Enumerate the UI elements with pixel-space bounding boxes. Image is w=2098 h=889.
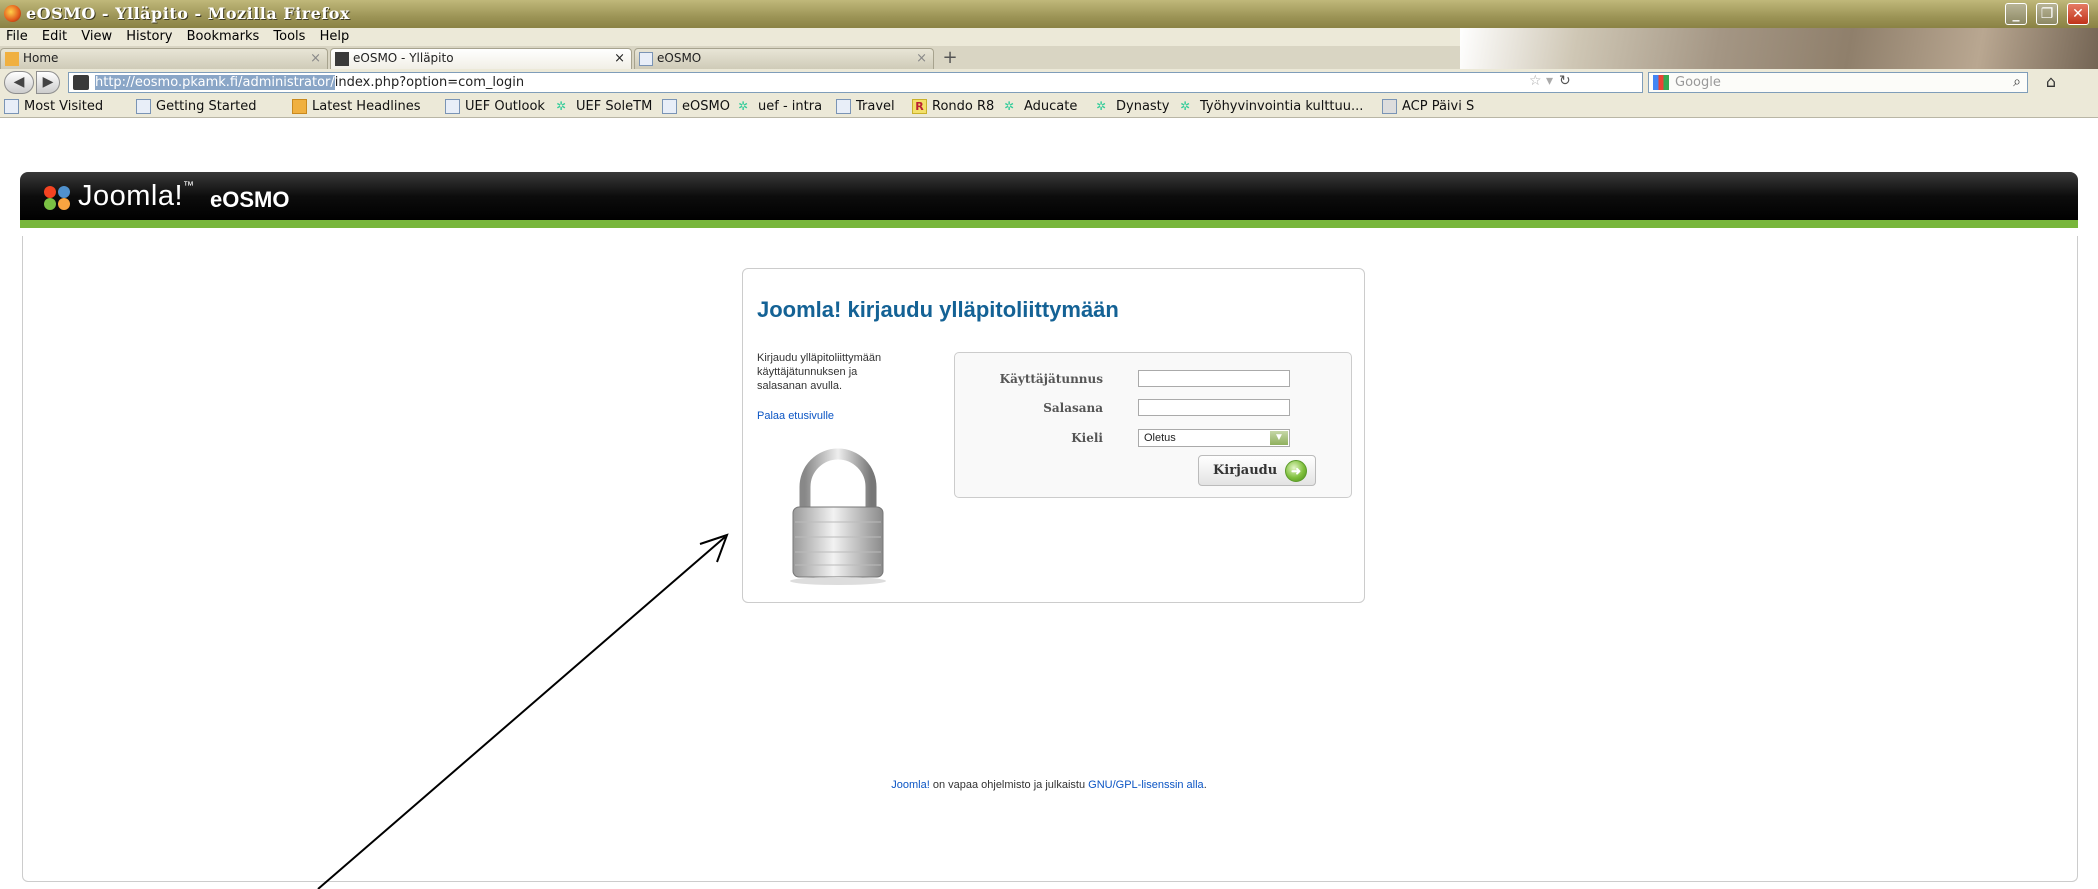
arrow-right-icon: ➜ <box>1285 460 1307 482</box>
bookmarks-bar: Most Visited Getting Started Latest Head… <box>0 96 2098 118</box>
new-tab-button[interactable]: + <box>936 48 964 69</box>
tab-home[interactable]: Home × <box>0 48 328 69</box>
joomla-link[interactable]: Joomla! <box>891 779 930 791</box>
login-title: Joomla! kirjaudu ylläpitoliittymään <box>757 297 1119 322</box>
bookmark-latest-headlines[interactable]: Latest Headlines <box>292 99 421 115</box>
maximize-button[interactable]: ❐ <box>2036 3 2058 25</box>
close-window-button[interactable]: ✕ <box>2067 3 2089 25</box>
tab-bar: Home × eOSMO - Ylläpito × eOSMO × + <box>0 46 1460 69</box>
chevron-down-icon: ▼ <box>1270 431 1288 445</box>
menu-help[interactable]: Help <box>320 28 350 46</box>
login-form: Käyttäjätunnus Salasana Kieli Oletus ▼ K… <box>954 352 1352 498</box>
username-input[interactable] <box>1138 370 1290 387</box>
joomla-favicon <box>73 75 89 90</box>
leaf-icon: ✲ <box>1180 99 1191 113</box>
firefox-icon <box>4 5 21 22</box>
tab-eosmo[interactable]: eOSMO × <box>634 48 934 69</box>
url-text[interactable]: http://eosmo.pkamk.fi/administrator/inde… <box>95 74 524 91</box>
menu-file[interactable]: File <box>6 28 28 46</box>
page-icon <box>836 99 851 114</box>
bookmark-travel[interactable]: Travel <box>836 99 895 115</box>
menu-bar: File Edit View History Bookmarks Tools H… <box>0 28 1460 46</box>
forward-button[interactable]: ▶ <box>36 71 60 94</box>
rondo-icon: R <box>912 99 927 114</box>
reload-icon[interactable]: ↻ <box>1559 73 1571 89</box>
page-icon <box>136 99 151 114</box>
tab-label: Home <box>23 51 59 65</box>
bookmark-most-visited[interactable]: Most Visited <box>4 99 103 115</box>
menu-view[interactable]: View <box>81 28 112 46</box>
joomla-logo-icon <box>44 186 70 210</box>
language-select[interactable]: Oletus ▼ <box>1138 429 1290 447</box>
close-tab-icon[interactable]: × <box>916 49 927 68</box>
menu-edit[interactable]: Edit <box>42 28 67 46</box>
bookmark-uef-soletm[interactable]: ✲ UEF SoleTM <box>556 99 652 115</box>
address-bar[interactable]: http://eosmo.pkamk.fi/administrator/inde… <box>68 72 1643 93</box>
window-title: eOSMO - Ylläpito - Mozilla Firefox <box>26 4 350 23</box>
page-icon <box>445 99 460 114</box>
language-label: Kieli <box>1071 431 1103 445</box>
footer: Joomla! on vapaa ohjelmisto ja julkaistu… <box>891 779 1207 791</box>
login-button[interactable]: Kirjaudu ➜ <box>1198 455 1316 486</box>
leaf-icon: ✲ <box>556 99 567 113</box>
globe-icon <box>4 99 19 114</box>
close-tab-icon[interactable]: × <box>310 49 321 68</box>
leaf-icon: ✲ <box>1004 99 1015 113</box>
menu-bookmarks[interactable]: Bookmarks <box>187 28 260 46</box>
rss-icon <box>292 99 307 114</box>
google-icon[interactable] <box>1653 75 1669 90</box>
gpl-license-link[interactable]: GNU/GPL-lisenssin alla <box>1088 779 1204 791</box>
joomla-favicon <box>335 52 349 66</box>
page-icon <box>639 52 653 66</box>
page-icon <box>662 99 677 114</box>
site-name: eOSMO <box>210 187 290 212</box>
joomla-wordmark: Joomla!™ <box>78 180 195 212</box>
bookmark-aducate[interactable]: ✲ Aducate <box>1004 99 1077 115</box>
leaf-icon: ✲ <box>738 99 749 113</box>
close-tab-icon[interactable]: × <box>614 49 625 68</box>
bookmark-acp-paivi[interactable]: ACP Päivi S <box>1382 99 1474 115</box>
bookmark-dynasty[interactable]: ✲ Dynasty <box>1096 99 1169 115</box>
joomla-header: Joomla!™ eOSMO <box>20 172 2078 228</box>
tab-label: eOSMO - Ylläpito <box>353 51 454 65</box>
login-description: Kirjaudu ylläpitoliittymään käyttäjätunn… <box>757 352 882 392</box>
acp-icon <box>1382 99 1397 114</box>
search-placeholder: Google <box>1675 75 1721 90</box>
bookmark-getting-started[interactable]: Getting Started <box>136 99 257 115</box>
menu-tools[interactable]: Tools <box>273 28 305 46</box>
back-button[interactable]: ◀ <box>4 71 34 94</box>
bookmark-tyohyvinvointia[interactable]: ✲ Työhyvinvointia kulttuu... <box>1180 99 1363 115</box>
minimize-button[interactable]: _ <box>2005 3 2027 25</box>
password-label: Salasana <box>1043 401 1103 415</box>
home-icon[interactable]: ⌂ <box>2040 72 2062 93</box>
bookmark-eosmo[interactable]: eOSMO <box>662 99 730 115</box>
menu-history[interactable]: History <box>126 28 172 46</box>
password-input[interactable] <box>1138 399 1290 416</box>
bookmark-star-icon[interactable]: ☆ ▾ <box>1529 73 1553 89</box>
padlock-icon <box>790 448 886 585</box>
back-to-frontpage-link[interactable]: Palaa etusivulle <box>757 410 834 422</box>
bookmark-rondo-r8[interactable]: R Rondo R8 <box>912 99 994 115</box>
leaf-icon: ✲ <box>1096 99 1107 113</box>
bookmark-uef-outlook[interactable]: UEF Outlook <box>445 99 545 115</box>
bookmark-uef-intra[interactable]: ✲ uef - intra <box>738 99 822 115</box>
navigation-bar: ◀ ▶ http://eosmo.pkamk.fi/administrator/… <box>0 69 2098 96</box>
search-icon[interactable]: ⌕ <box>2013 74 2021 90</box>
login-box: Joomla! kirjaudu ylläpitoliittymään Kirj… <box>742 268 1365 603</box>
window-titlebar: eOSMO - Ylläpito - Mozilla Firefox _ ❐ ✕ <box>0 0 2098 28</box>
page-content: Joomla!™ eOSMO Joomla! kirjaudu ylläpito… <box>0 118 2098 889</box>
tab-label: eOSMO <box>657 51 702 65</box>
tab-eosmo-yllapito[interactable]: eOSMO - Ylläpito × <box>330 48 632 69</box>
rss-icon <box>5 52 19 66</box>
username-label: Käyttäjätunnus <box>999 372 1103 386</box>
search-bar[interactable]: Google ⌕ <box>1648 72 2028 93</box>
